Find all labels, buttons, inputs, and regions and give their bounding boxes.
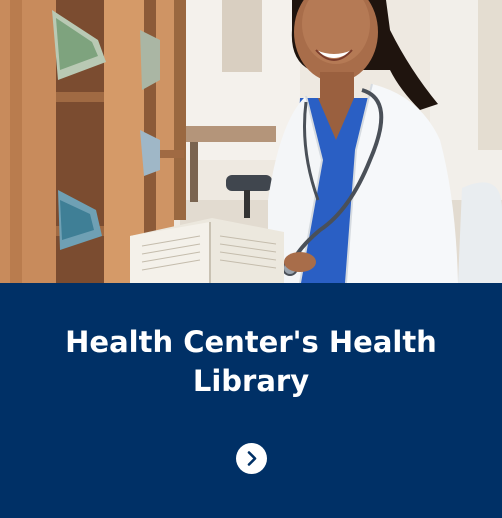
card-caption-panel: Health Center's Health Library [0, 283, 502, 518]
doctor-photo [0, 0, 502, 283]
go-to-library-button[interactable] [236, 443, 267, 474]
health-library-card[interactable]: Health Center's Health Library [0, 0, 502, 518]
chevron-right-icon [247, 451, 257, 466]
card-title[interactable]: Health Center's Health Library [40, 323, 462, 401]
